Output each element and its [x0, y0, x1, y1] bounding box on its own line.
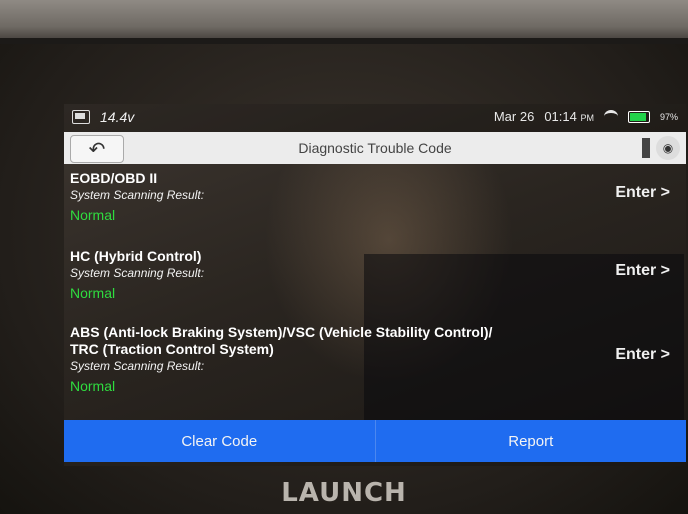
wifi-icon [603, 110, 618, 123]
voltage-readout: 14.4v [100, 109, 135, 125]
page-title: Diagnostic Trouble Code [298, 140, 452, 156]
status-ampm: PM [580, 113, 594, 123]
action-bar: Clear Code Report [64, 420, 686, 462]
system-name: ABS (Anti-lock Braking System)/VSC (Vehi… [70, 324, 493, 340]
scan-result-value: Normal [70, 285, 116, 301]
clear-code-button[interactable]: Clear Code [64, 420, 375, 462]
scan-result-label: System Scanning Result: [70, 266, 205, 280]
report-button[interactable]: Report [374, 420, 686, 462]
camera-button[interactable]: ◉ [656, 136, 680, 160]
camera-icon: ◉ [662, 141, 674, 155]
system-name-line2: TRC (Traction Control System) [70, 341, 274, 357]
battery-icon [627, 110, 650, 123]
scan-result-value: Normal [70, 207, 116, 223]
system-row-hybrid[interactable]: HC (Hybrid Control) System Scanning Resu… [70, 248, 670, 303]
battery-percent: 97% [659, 111, 678, 122]
vehicle-battery-icon [72, 110, 90, 124]
enter-button[interactable]: Enter > [615, 346, 670, 364]
system-row-eobd[interactable]: EOBD/OBD II System Scanning Result: Norm… [70, 170, 670, 225]
brand-logo: LAUNCH [281, 478, 407, 508]
status-time: 01:14 PM [544, 109, 594, 124]
title-bar: ↶ Diagnostic Trouble Code ◉ [64, 132, 686, 164]
status-bar: 14.4v Mar 26 01:14 PM 97% [64, 104, 686, 132]
system-name: HC (Hybrid Control) [70, 248, 202, 264]
device-frame-top [0, 0, 688, 44]
enter-button[interactable]: Enter > [615, 262, 670, 280]
status-time-value: 01:14 [544, 109, 577, 124]
status-right: Mar 26 01:14 PM 97% [494, 109, 678, 124]
flag-icon[interactable] [642, 138, 650, 158]
status-left: 14.4v [72, 109, 134, 125]
enter-button[interactable]: Enter > [615, 184, 670, 202]
scan-result-label: System Scanning Result: [70, 359, 205, 373]
scan-result-value: Normal [70, 378, 116, 394]
scan-result-label: System Scanning Result: [70, 188, 205, 202]
system-name: EOBD/OBD II [70, 170, 158, 186]
system-row-abs[interactable]: ABS (Anti-lock Braking System)/VSC (Vehi… [70, 324, 670, 396]
status-date: Mar 26 [493, 109, 535, 124]
tablet-screen: 14.4v Mar 26 01:14 PM 97% ↶ Diagnostic T… [64, 104, 686, 466]
